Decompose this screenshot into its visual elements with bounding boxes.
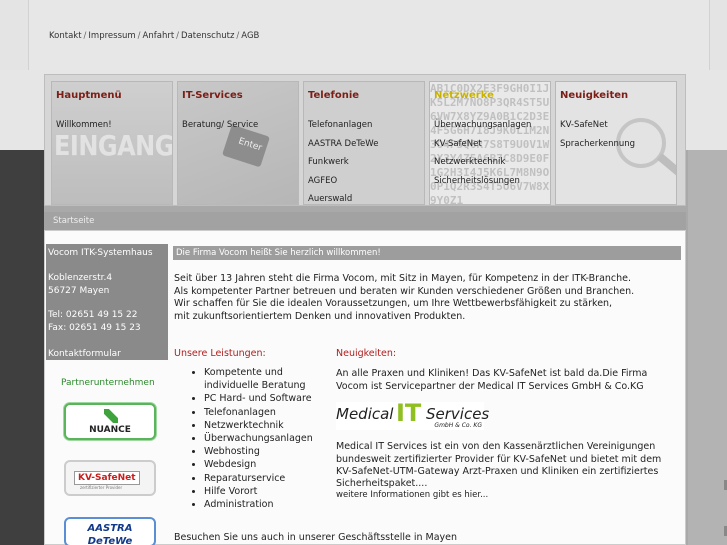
menu-column-netzwerke: AB1C0DX2E3F9GH0I1JK5L2M7NO8P3QR4ST5U6VW7… <box>429 81 551 205</box>
link-agb[interactable]: AGB <box>241 31 259 41</box>
service-item: Hilfe Vorort <box>204 485 313 498</box>
kv-safenet-logo-subtext: zertifizierter Provider <box>80 485 123 490</box>
contact-form-link[interactable]: Kontaktformular <box>48 349 121 359</box>
service-item: Administration <box>204 498 313 511</box>
news-detail-line: bundesweit zertifizierter Provider für K… <box>336 454 662 465</box>
service-item: Kompetente und <box>204 366 313 379</box>
menu-item-funkwerk[interactable]: Funkwerk <box>308 156 378 175</box>
service-item: Reparaturservice <box>204 472 313 485</box>
menu-column-telefonie: Telefonie Telefonanlagen AASTRA DeTeWe F… <box>303 81 425 205</box>
aastra-detewe-logo[interactable]: AASTRA DeTeWe <box>64 517 156 545</box>
menu-heading-hauptmenue[interactable]: Hauptmenü <box>56 90 122 101</box>
link-datenschutz[interactable]: Datenschutz <box>181 31 234 41</box>
partner-heading: Partnerunternehmen <box>61 378 155 388</box>
service-item: Überwachungsanlagen <box>204 432 313 445</box>
news-detail-line: Sicherheitspaket.... <box>336 478 428 489</box>
city: 56727 Mayen <box>48 286 110 296</box>
services-heading: Unsere Leistungen: <box>174 348 266 359</box>
menu-item-willkommen[interactable]: Willkommen! <box>56 119 112 138</box>
service-item: Webdesign <box>204 458 313 471</box>
right-grey-band <box>688 150 727 545</box>
menu-item-beratung[interactable]: Beratung/ Service <box>182 119 258 138</box>
service-item: Webhosting <box>204 445 313 458</box>
service-item: individuelle Beratung <box>204 380 306 392</box>
kv-safenet-logo[interactable]: KV-SafeNet zertifizierter Provider <box>64 460 156 496</box>
welcome-heading: Die Firma Vocom heißt Sie herzlich willk… <box>176 248 381 258</box>
top-links: Kontakt / Impressum / Anfahrt / Datenschutz / AG… <box>49 31 260 41</box>
menu-item-auerswald[interactable]: Auerswald <box>308 193 378 204</box>
medical-it-services-logo[interactable]: Medical IT Services GmbH & Co. KG <box>336 399 489 430</box>
menu-item-kv-safenet[interactable]: KV-SafeNet <box>434 138 531 157</box>
intro-line: mit zukunftsorientiertem Denken und inno… <box>174 311 466 322</box>
nuance-logo-text: NUANCE <box>89 425 131 435</box>
news-detail-line: KV-SafeNet-UTM-Gateway Arzt-Praxen und K… <box>336 466 659 477</box>
news-heading: Neuigkeiten: <box>336 348 397 359</box>
intro-line: Als kompetenter Partner betreuen und ber… <box>174 286 635 297</box>
more-info-link[interactable]: weitere Informationen gibt es hier... <box>336 490 488 500</box>
link-anfahrt[interactable]: Anfahrt <box>143 31 175 41</box>
mit-logo-medical: Medical <box>336 405 394 423</box>
news-line: Vocom ist Servicepartner der Medical IT … <box>336 381 644 392</box>
visit-text: Besuchen Sie uns auch in unserer Geschäf… <box>174 532 458 543</box>
breadcrumb-bar <box>44 212 686 230</box>
news-line: An alle Praxen und Kliniken! Das KV-Safe… <box>336 368 648 379</box>
company-name: Vocom ITK-Systemhaus <box>48 248 153 258</box>
nuance-mark-icon <box>104 409 118 423</box>
menu-item-spracherkennung[interactable]: Spracherkennung <box>560 138 635 157</box>
link-kontakt[interactable]: Kontakt <box>49 31 82 41</box>
menu-heading-neuigkeiten[interactable]: Neuigkeiten <box>560 90 628 101</box>
menu-item-ueberwachung[interactable]: Überwachungsanlagen <box>434 119 531 138</box>
fax: Fax: 02651 49 15 23 <box>48 323 141 333</box>
service-item: Netzwerktechnik <box>204 419 313 432</box>
menu-heading-telefonie[interactable]: Telefonie <box>308 90 359 101</box>
mit-logo-gmbh: GmbH & Co. KG <box>434 422 482 429</box>
services-list: Kompetente und individuelle Beratung PC … <box>190 366 313 511</box>
menu-column-neuigkeiten: Neuigkeiten KV-SafeNet Spracherkennung <box>555 81 677 205</box>
left-dark-band <box>0 150 44 545</box>
menu-item-news-kv-safenet[interactable]: KV-SafeNet <box>560 119 635 138</box>
mit-logo-services: Services <box>426 405 490 423</box>
breadcrumb[interactable]: Startseite <box>53 216 94 226</box>
intro-line: Seit über 13 Jahren steht die Firma Voco… <box>174 273 632 284</box>
service-item: PC Hard- und Software <box>204 392 313 405</box>
service-item: Telefonanlagen <box>204 406 313 419</box>
street: Koblenzerstr.4 <box>48 273 113 283</box>
menu-item-telefonanlagen[interactable]: Telefonanlagen <box>308 119 378 138</box>
menu-item-agfeo[interactable]: AGFEO <box>308 175 378 194</box>
link-impressum[interactable]: Impressum <box>88 31 135 41</box>
mit-logo-it: IT <box>396 399 422 427</box>
aastra-logo-text: AASTRA <box>87 523 133 534</box>
main-menu: EINGANG Hauptmenü Willkommen! Enter IT-S… <box>44 74 686 206</box>
menu-heading-it-services[interactable]: IT-Services <box>182 90 243 101</box>
menu-column-it-services: Enter IT-Services Beratung/ Service <box>177 81 299 205</box>
intro-line: Wir schaffen für Sie die idealen Vorauss… <box>174 298 613 309</box>
menu-item-sicherheit[interactable]: Sicherheitslösungen <box>434 175 531 194</box>
kv-safenet-logo-text: KV-SafeNet <box>74 471 140 485</box>
detewe-logo-text: DeTeWe <box>87 536 133 545</box>
menu-heading-netzwerke[interactable]: Netzwerke <box>434 90 494 101</box>
menu-item-aastra[interactable]: AASTRA DeTeWe <box>308 138 378 157</box>
nuance-logo[interactable]: NUANCE <box>64 403 156 440</box>
magnifier-handle-image <box>656 153 676 179</box>
menu-item-netzwerktechnik[interactable]: Netzwerktechnik <box>434 156 531 175</box>
menu-column-hauptmenue: EINGANG Hauptmenü Willkommen! <box>51 81 173 205</box>
telephone: Tel: 02651 49 15 22 <box>48 310 138 320</box>
news-detail-line: Medical IT Services ist ein von den Kass… <box>336 441 656 452</box>
contact-box <box>46 244 168 360</box>
